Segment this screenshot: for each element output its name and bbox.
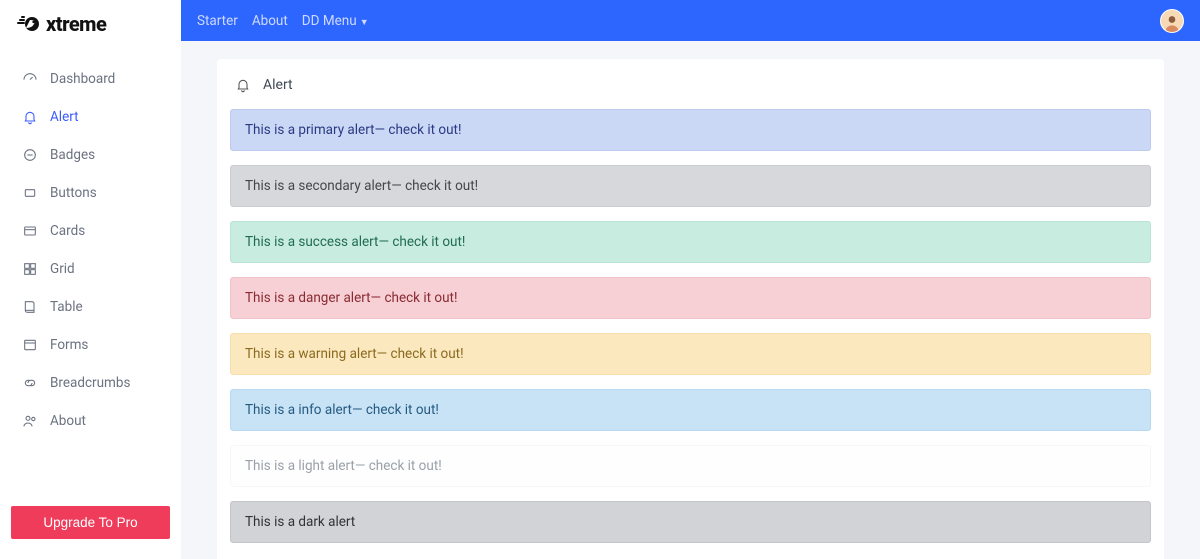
- sidebar-item-label: Table: [50, 299, 83, 315]
- sidebar: xtreme Dashboard Alert Badges Buttons Ca…: [0, 0, 181, 559]
- sidebar-item-alert[interactable]: Alert: [0, 98, 181, 136]
- grid-icon: [22, 261, 38, 277]
- card-header: Alert: [217, 59, 1164, 109]
- upgrade-button[interactable]: Upgrade To Pro: [11, 506, 170, 539]
- bell-icon: [235, 77, 251, 93]
- users-icon: [22, 413, 38, 429]
- main-column: Starter About DD Menu▼ Alert: [181, 0, 1200, 559]
- nav-link-dd-menu[interactable]: DD Menu▼: [302, 13, 369, 29]
- alert-light: This is a light alert— check it out!: [230, 445, 1151, 487]
- sidebar-item-buttons[interactable]: Buttons: [0, 174, 181, 212]
- alert-info: This is a info alert— check it out!: [230, 389, 1151, 431]
- brand-name: xtreme: [46, 12, 106, 36]
- sidebar-item-about[interactable]: About: [0, 402, 181, 440]
- sidebar-nav: Dashboard Alert Badges Buttons Cards Gri…: [0, 60, 181, 500]
- alert-card: Alert This is a primary alert— check it …: [217, 59, 1164, 559]
- content-area: Alert This is a primary alert— check it …: [181, 41, 1200, 559]
- sidebar-item-label: Dashboard: [50, 71, 115, 87]
- nav-link-label: DD Menu: [302, 13, 357, 29]
- alert-dark: This is a dark alert: [230, 501, 1151, 543]
- sidebar-item-breadcrumbs[interactable]: Breadcrumbs: [0, 364, 181, 402]
- circle-minus-icon: [22, 147, 38, 163]
- alert-primary: This is a primary alert— check it out!: [230, 109, 1151, 151]
- sidebar-item-label: Cards: [50, 223, 85, 239]
- sidebar-item-label: Grid: [50, 261, 75, 277]
- logo-icon: [16, 14, 40, 34]
- bell-icon: [22, 109, 38, 125]
- avatar[interactable]: [1160, 9, 1184, 33]
- brand-logo[interactable]: xtreme: [0, 0, 181, 46]
- layout-icon: [22, 337, 38, 353]
- nav-link-about[interactable]: About: [252, 13, 288, 29]
- sidebar-item-table[interactable]: Table: [0, 288, 181, 326]
- sidebar-item-label: Buttons: [50, 185, 97, 201]
- topbar: Starter About DD Menu▼: [181, 0, 1200, 41]
- sidebar-item-dashboard[interactable]: Dashboard: [0, 60, 181, 98]
- alert-success: This is a success alert— check it out!: [230, 221, 1151, 263]
- sidebar-item-label: About: [50, 413, 86, 429]
- link-icon: [22, 375, 38, 391]
- sidebar-item-grid[interactable]: Grid: [0, 250, 181, 288]
- square-icon: [22, 185, 38, 201]
- book-icon: [22, 299, 38, 315]
- sidebar-item-label: Forms: [50, 337, 88, 353]
- sidebar-item-badges[interactable]: Badges: [0, 136, 181, 174]
- chevron-down-icon: ▼: [360, 18, 369, 28]
- nav-link-starter[interactable]: Starter: [197, 13, 238, 29]
- gauge-icon: [22, 71, 38, 87]
- sidebar-item-label: Breadcrumbs: [50, 375, 130, 391]
- sidebar-item-forms[interactable]: Forms: [0, 326, 181, 364]
- alert-warning: This is a warning alert— check it out!: [230, 333, 1151, 375]
- card-icon: [22, 223, 38, 239]
- alert-secondary: This is a secondary alert— check it out!: [230, 165, 1151, 207]
- sidebar-item-cards[interactable]: Cards: [0, 212, 181, 250]
- sidebar-item-label: Alert: [50, 109, 79, 125]
- sidebar-item-label: Badges: [50, 147, 95, 163]
- page-title: Alert: [263, 77, 293, 93]
- alert-danger: This is a danger alert— check it out!: [230, 277, 1151, 319]
